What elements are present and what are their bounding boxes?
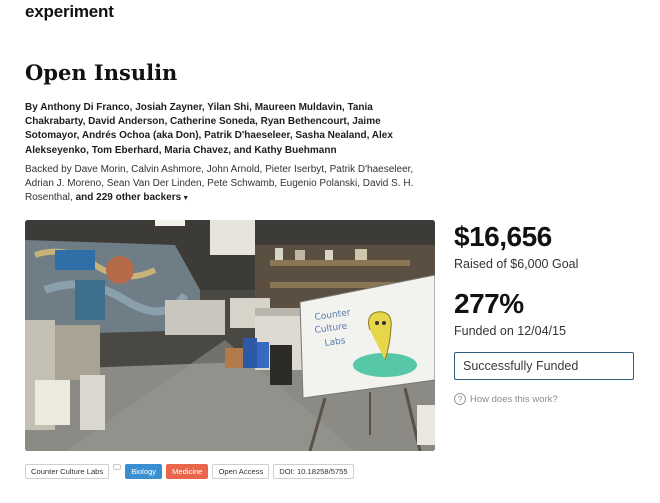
successfully-funded-button[interactable]: Successfully Funded xyxy=(454,352,634,380)
project-tags: Counter Culture Labs Biology Medicine Op… xyxy=(25,464,354,479)
brand-logo[interactable]: experiment xyxy=(25,2,114,22)
tag-biology[interactable]: Biology xyxy=(125,464,163,479)
project-hero-image: Counter Culture Labs xyxy=(25,220,435,451)
authors-list: By Anthony Di Franco, Josiah Zayner, Yil… xyxy=(25,101,435,158)
funding-stats: $16,656 Raised of $6,000 Goal 277% Funde… xyxy=(454,220,644,405)
question-circle-icon: ? xyxy=(454,393,466,405)
tag-empty[interactable] xyxy=(113,464,122,470)
lab-photo: Counter Culture Labs xyxy=(25,220,435,451)
more-backers-link[interactable]: and 229 other backers▼ xyxy=(76,192,190,203)
amount-raised: $16,656 xyxy=(454,221,552,252)
authors-prefix: By xyxy=(25,102,41,113)
tag-doi[interactable]: DOI: 10.18258/5755 xyxy=(273,464,354,479)
tag-open-access[interactable]: Open Access xyxy=(212,464,270,479)
tag-medicine[interactable]: Medicine xyxy=(166,464,209,479)
raised-goal-label: Raised of $6,000 Goal xyxy=(454,257,579,271)
tag-counter-culture-labs[interactable]: Counter Culture Labs xyxy=(25,464,110,479)
how-does-this-work-link[interactable]: ? How does this work? xyxy=(454,393,644,405)
chevron-down-icon: ▼ xyxy=(182,195,190,203)
backers-list: Backed by Dave Morin, Calvin Ashmore, Jo… xyxy=(25,163,435,207)
funded-date-label: Funded on 12/04/15 xyxy=(454,324,566,338)
how-link-label: How does this work? xyxy=(470,393,558,405)
page-title: Open Insulin xyxy=(25,60,178,85)
percent-funded: 277% xyxy=(454,288,524,319)
authors-names[interactable]: Anthony Di Franco, Josiah Zayner, Yilan … xyxy=(25,102,393,156)
